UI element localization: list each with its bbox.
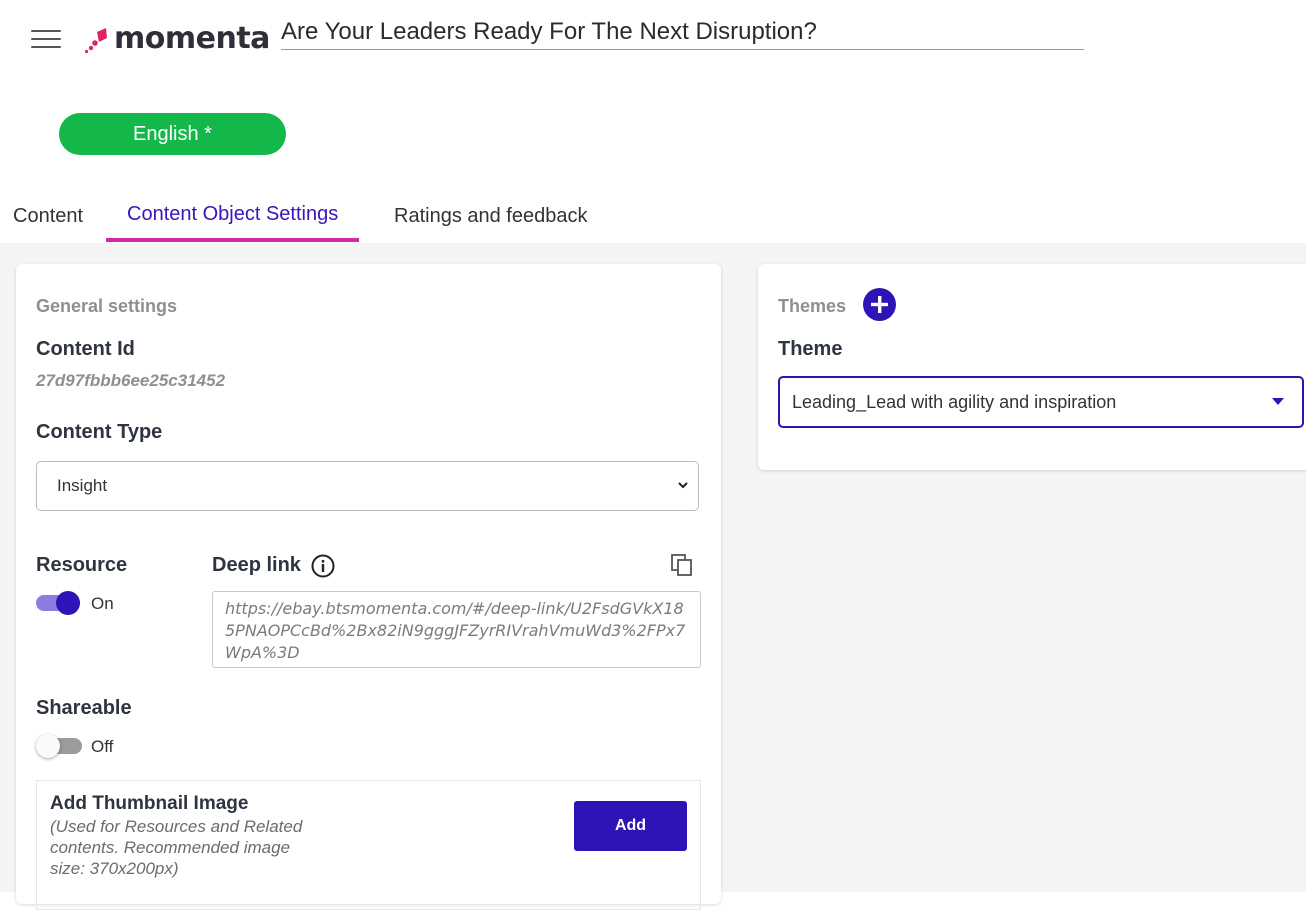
resource-label: Resource	[36, 554, 128, 576]
caret-down-icon	[1272, 398, 1284, 405]
theme-label: Theme	[778, 338, 843, 360]
tab-bar: Content Content Object Settings Ratings …	[0, 192, 614, 245]
chevron-down-icon	[678, 482, 688, 489]
momenta-logo: momenta	[84, 18, 270, 58]
info-icon[interactable]	[311, 554, 335, 578]
content-type-select[interactable]: Insight	[36, 461, 699, 511]
shareable-state: Off	[91, 737, 114, 756]
content-type-value: Insight	[57, 476, 108, 495]
menu-icon[interactable]	[31, 28, 61, 50]
shareable-label: Shareable	[36, 697, 132, 719]
content-id-label: Content Id	[36, 338, 135, 360]
deep-link-field[interactable]: https://ebay.btsmomenta.com/#/deep-link/…	[212, 591, 701, 668]
copy-icon[interactable]	[670, 553, 694, 577]
themes-card	[758, 264, 1306, 470]
tab-content[interactable]: Content	[13, 192, 83, 241]
tab-content-object-settings[interactable]: Content Object Settings	[106, 190, 360, 242]
content-title-input[interactable]	[281, 14, 1084, 50]
deep-link-label: Deep link	[212, 554, 301, 576]
content-type-label: Content Type	[36, 421, 163, 443]
resource-state: On	[91, 594, 114, 613]
plus-icon	[871, 296, 888, 313]
add-theme-button[interactable]	[863, 288, 896, 321]
thumbnail-title: Add Thumbnail Image	[50, 793, 249, 814]
content-id-value: 27d97fbbb6ee25c31452	[36, 371, 226, 390]
language-button[interactable]: English *	[59, 113, 286, 155]
add-thumbnail-button[interactable]: Add	[574, 801, 687, 851]
shareable-toggle[interactable]	[36, 734, 84, 758]
thumbnail-note: (Used for Resources and Related contents…	[50, 817, 303, 878]
logo-text: momenta	[114, 20, 270, 56]
tab-ratings-and-feedback[interactable]: Ratings and feedback	[394, 192, 587, 241]
theme-select[interactable]: Leading_Lead with agility and inspiratio…	[778, 376, 1304, 428]
resource-toggle[interactable]	[36, 591, 82, 615]
themes-heading: Themes	[778, 296, 847, 316]
logo-mark-icon	[84, 28, 107, 54]
theme-value: Leading_Lead with agility and inspiratio…	[792, 391, 1117, 412]
general-settings-heading: General settings	[36, 296, 178, 316]
